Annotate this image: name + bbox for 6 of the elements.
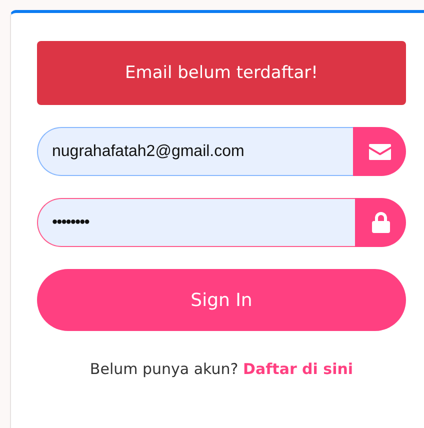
lock-icon — [372, 212, 390, 233]
envelope-icon — [368, 144, 390, 160]
error-alert: Email belum terdaftar! — [37, 41, 406, 105]
email-field[interactable]: nugrahafatah2@gmail.com — [37, 127, 353, 176]
signup-prompt: Belum punya akun? Daftar di sini — [88, 360, 354, 378]
password-field[interactable]: •••••••• — [37, 198, 355, 247]
